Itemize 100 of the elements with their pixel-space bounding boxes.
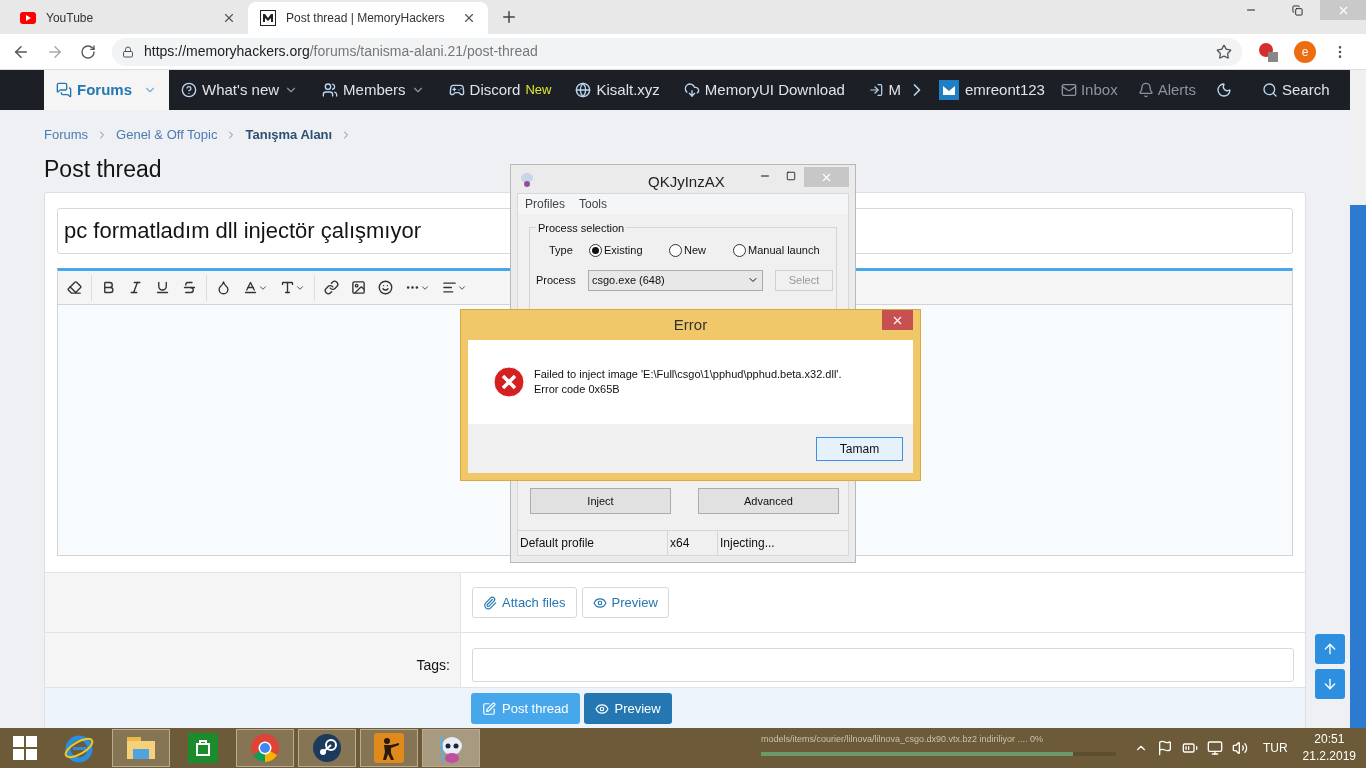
type-label: Type (549, 243, 574, 258)
comments-icon (56, 82, 72, 98)
maximize-icon (786, 171, 796, 181)
breadcrumb-link[interactable]: Tanışma Alanı (245, 125, 333, 145)
language-indicator[interactable]: TUR (1262, 739, 1288, 757)
status-text: Default profile (518, 531, 668, 555)
address-field[interactable]: https://memoryhackers.org/forums/tanisma-alani.21/post-thread (112, 37, 1242, 66)
italic-icon (128, 280, 143, 295)
youtube-icon (20, 12, 36, 24)
smiley-icon (378, 280, 393, 295)
text-size-icon (280, 280, 295, 295)
lock-icon (122, 45, 134, 58)
gamepad-icon (448, 82, 465, 98)
breadcrumb-link[interactable]: Genel & Off Topic (116, 125, 218, 145)
edit-icon (482, 701, 496, 716)
eye-icon (592, 595, 607, 610)
download-status: models/items/courier/lilnova/lilnova_csgo.dx90.vtx.bz2 indiriliyor .... 0% (761, 733, 1045, 746)
status-text: x64 (668, 531, 718, 555)
image-icon (351, 280, 366, 295)
new-label: New (525, 81, 552, 100)
browser-tab[interactable]: YouTube (8, 2, 248, 34)
close-icon[interactable] (462, 11, 476, 25)
flag-icon[interactable] (1156, 740, 1173, 756)
tab-title: YouTube (46, 10, 95, 27)
restore-icon (1291, 4, 1303, 16)
preview-button[interactable]: Preview (581, 587, 669, 618)
new-tab-icon[interactable] (500, 8, 518, 26)
user-avatar (938, 80, 959, 100)
taskbar-button[interactable] (298, 729, 356, 767)
process-dropdown[interactable]: csgo.exe (648) (588, 269, 763, 291)
align-icon (442, 280, 457, 295)
window-title: QKJyInzAX (648, 172, 725, 192)
taskbar-button[interactable] (360, 729, 418, 767)
bold-icon (101, 280, 116, 295)
store-icon (188, 733, 218, 763)
close-icon[interactable] (222, 11, 236, 25)
tab-title: Post thread | MemoryHackers (286, 10, 446, 27)
nav-tab[interactable]: What's new (169, 70, 311, 110)
page-title: Post thread (44, 155, 162, 180)
nav-link[interactable]: Search (1252, 70, 1340, 110)
nav-link[interactable]: Inbox (1050, 70, 1128, 110)
site-logo-icon (260, 10, 276, 26)
ok-button[interactable]: Tamam (816, 436, 903, 461)
eye-icon (594, 701, 609, 716)
nav-tab[interactable]: Forums (44, 70, 169, 110)
nav-link[interactable]: Alerts (1127, 70, 1206, 110)
url-text: https://memoryhackers.org/forums/tanisma-alani.21/post-thread (144, 42, 538, 61)
globe-icon (575, 82, 592, 98)
user-link[interactable]: emreont123 (932, 70, 1051, 110)
radio-option[interactable]: New (669, 242, 733, 259)
process-label: Process (536, 272, 577, 288)
start-icon[interactable] (13, 736, 37, 760)
extension-icon[interactable] (1258, 41, 1278, 62)
moon-icon (1216, 82, 1232, 98)
menu-item[interactable]: Tools (579, 195, 608, 213)
reload-icon[interactable] (80, 43, 96, 60)
scroll-down-button[interactable] (1315, 669, 1345, 699)
advanced-button[interactable]: Advanced (698, 488, 839, 514)
network-icon[interactable] (1206, 740, 1223, 756)
droplet-icon (216, 280, 231, 295)
menu-item[interactable]: Profiles (525, 195, 565, 213)
steam-icon (312, 733, 342, 763)
radio-option[interactable]: Manual launch (733, 242, 820, 259)
nav-tab[interactable]: Members (310, 70, 437, 110)
nav-tab[interactable]: MemoryUI Download (671, 70, 857, 110)
sign-in-icon (868, 82, 884, 98)
question-icon (181, 82, 197, 98)
soldier-icon (374, 733, 404, 763)
attach-files-button[interactable]: Attach files (472, 587, 577, 618)
error-message: Failed to inject image 'E:\Full\csgo\1\pphud\pphud.beta.x32.dll'. Error code 0x65B (534, 367, 842, 397)
bookmark-star-icon[interactable] (1216, 43, 1232, 60)
font-icon (243, 280, 258, 295)
battery-icon[interactable] (1181, 740, 1198, 756)
mail-icon (1060, 82, 1077, 98)
nav-tab[interactable]: Kisalt.xyz (563, 70, 672, 110)
link-icon (324, 280, 339, 295)
preview-button[interactable]: Preview (583, 693, 672, 724)
radio-option[interactable]: Existing (589, 242, 669, 259)
app-icon (519, 171, 535, 187)
bell-icon (1137, 82, 1154, 98)
browser-tab[interactable]: Post thread | MemoryHackers (248, 2, 488, 34)
tags-label: Tags: (416, 655, 450, 675)
dialog-title: Error (673, 314, 708, 335)
scroll-up-button[interactable] (1315, 634, 1345, 664)
tags-input[interactable] (472, 648, 1294, 682)
chrome-icon (250, 733, 280, 763)
underline-icon (155, 280, 170, 295)
cloud-download-icon (683, 82, 700, 98)
nav-tab[interactable]: M (856, 70, 901, 110)
strikethrough-icon (182, 280, 197, 295)
error-icon (493, 366, 525, 398)
inject-button[interactable]: Inject (530, 488, 671, 514)
users-icon (322, 82, 339, 98)
close-button[interactable] (882, 310, 913, 330)
volume-icon[interactable] (1231, 740, 1248, 756)
scrollbar-thumb[interactable] (1350, 205, 1366, 728)
nav-tab[interactable]: Discord New (436, 70, 564, 110)
clock[interactable]: 20:51 21.2.2019 (1302, 731, 1356, 765)
breadcrumb-link[interactable]: Forums (44, 125, 89, 145)
status-text: Injecting... (719, 535, 776, 552)
